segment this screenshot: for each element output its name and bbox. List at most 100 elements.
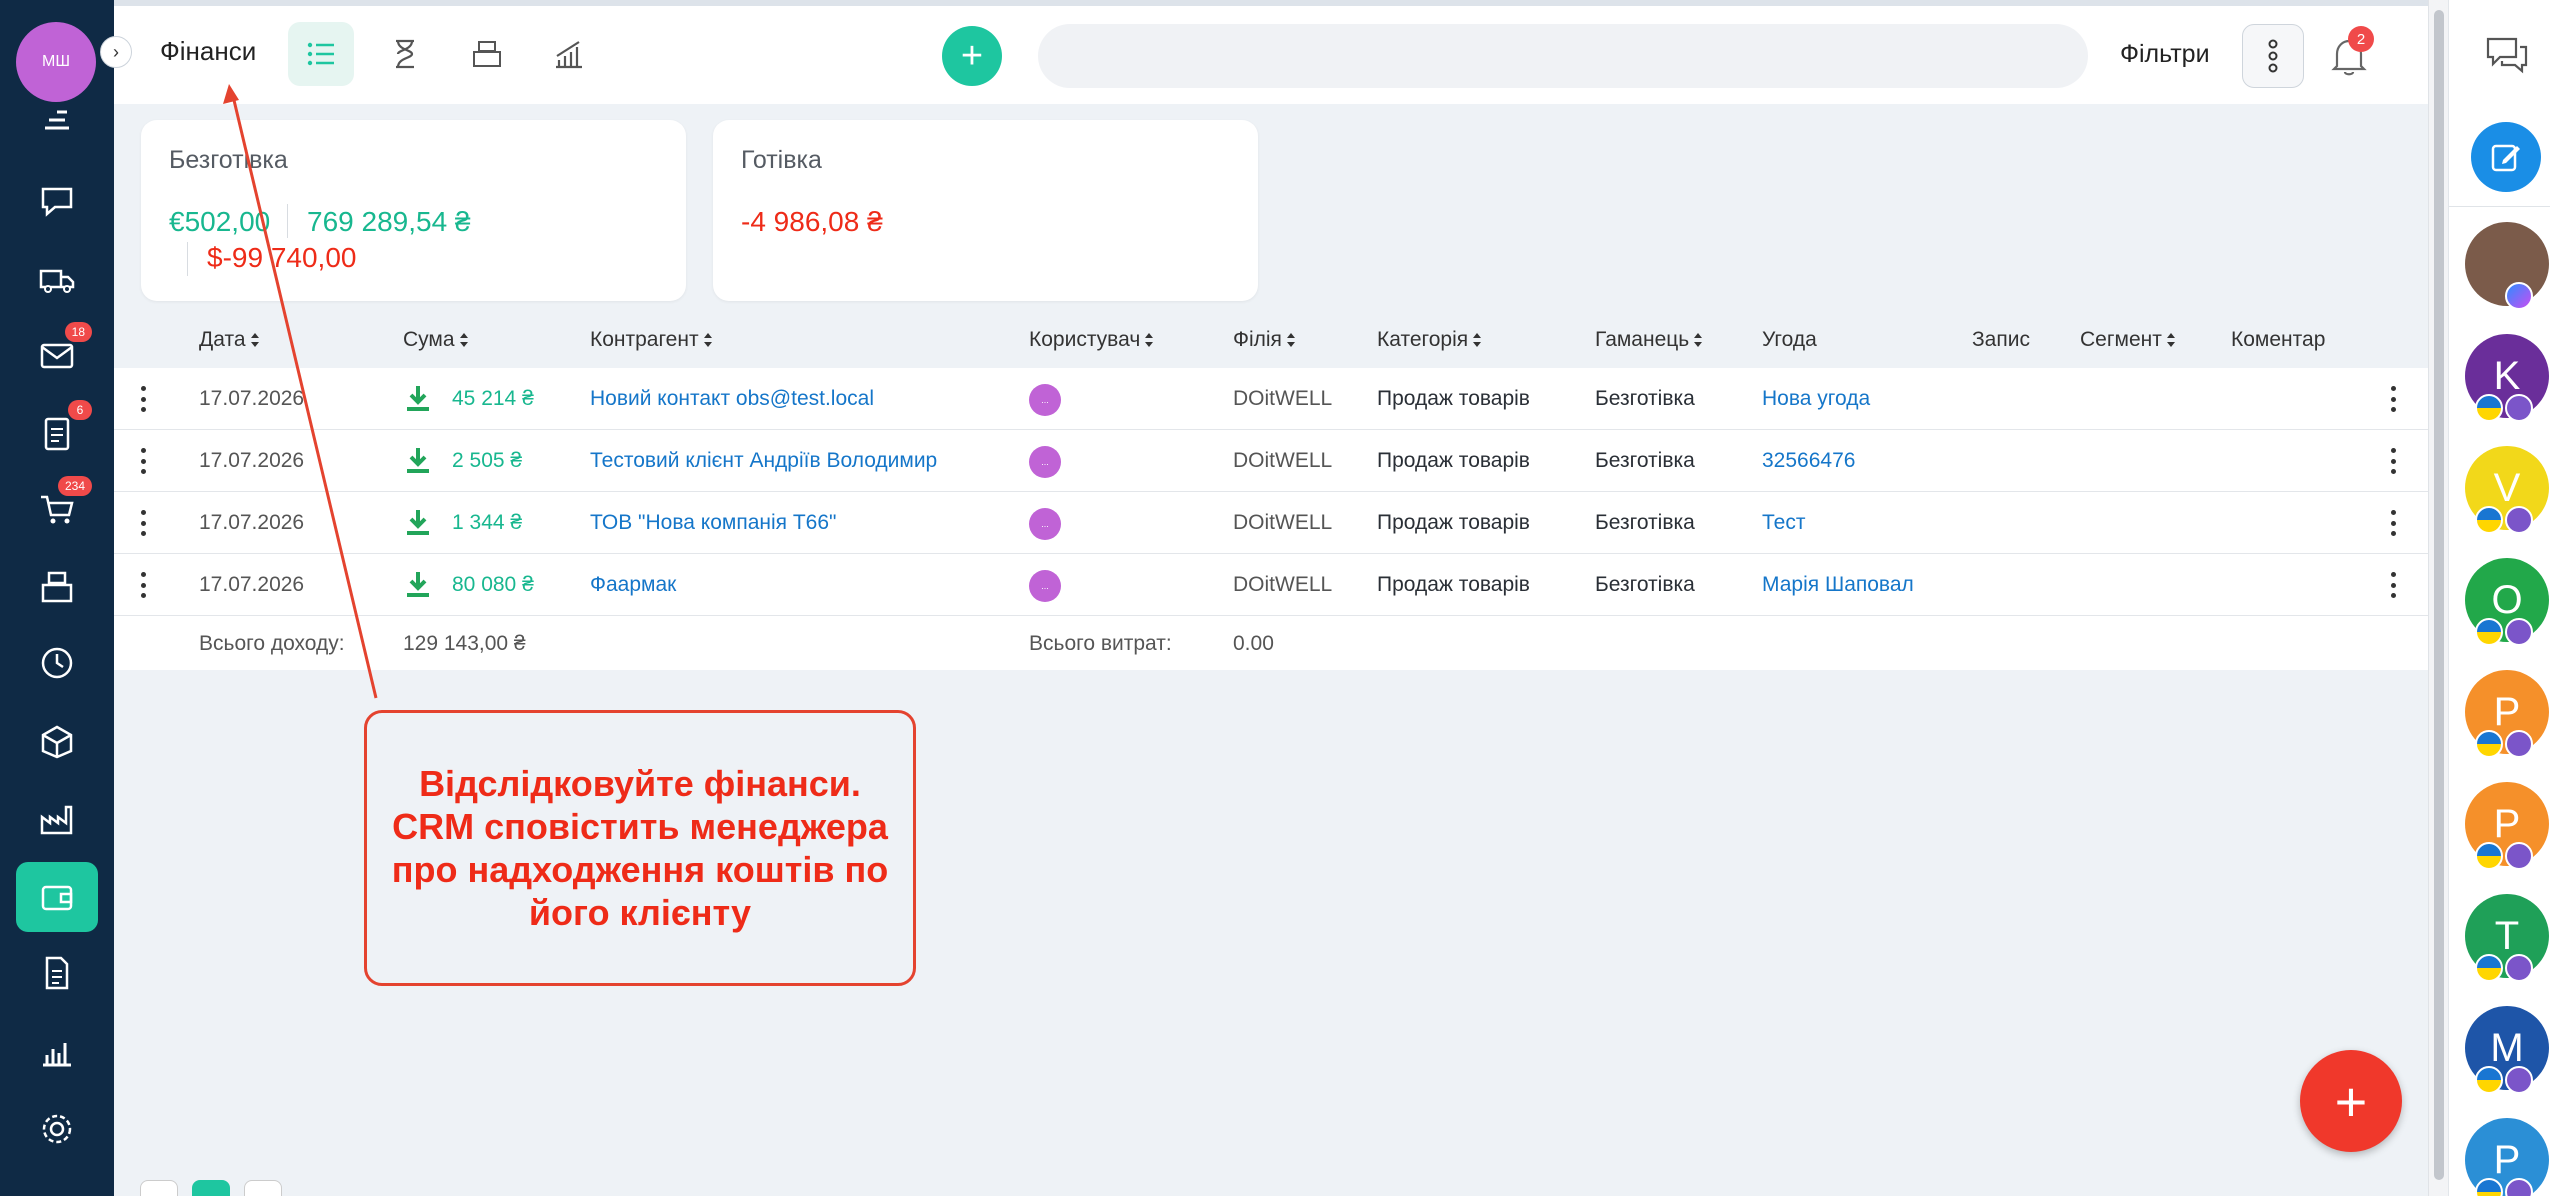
sidebar-item-orders[interactable]: 234 xyxy=(16,474,98,544)
page-1-button[interactable] xyxy=(192,1180,230,1196)
column-header[interactable]: Категорія xyxy=(1377,328,1482,352)
row-menu-button[interactable] xyxy=(135,382,151,416)
tab-cashier[interactable] xyxy=(454,22,520,86)
counterparty-link[interactable]: ТОВ "Нова компанія Т66" xyxy=(590,511,837,535)
ukraine-flag-icon xyxy=(2475,730,2503,758)
more-options-button[interactable] xyxy=(2242,24,2304,88)
chat-contact-avatar[interactable]: P xyxy=(2465,1118,2549,1196)
user-avatar[interactable]: ... xyxy=(1029,508,1061,540)
sort-icon xyxy=(250,333,259,348)
contact-initial: T xyxy=(2494,913,2520,958)
sidebar-item-finance[interactable] xyxy=(16,862,98,932)
sidebar-item-production[interactable] xyxy=(16,784,98,854)
column-header-label: Контрагент xyxy=(590,328,699,351)
ukraine-flag-icon xyxy=(2475,506,2503,534)
chat-contact-avatar[interactable]: P xyxy=(2465,670,2549,758)
cash-register-icon xyxy=(473,41,501,67)
counterparty-link[interactable]: Фаармак xyxy=(590,573,676,597)
expand-sidebar-button[interactable]: › xyxy=(100,36,132,68)
prev-page-button[interactable] xyxy=(140,1180,178,1196)
sidebar-item-reports[interactable] xyxy=(16,1016,98,1086)
filters-button[interactable]: Фільтри xyxy=(2120,40,2210,69)
column-header[interactable]: Користувач xyxy=(1029,328,1154,352)
chat-contact-avatar[interactable] xyxy=(2465,222,2549,310)
chat-contact-avatar[interactable]: K xyxy=(2465,334,2549,422)
table-row[interactable]: 17.07.2026 1 344 ₴ ТОВ "Нова компанія Т6… xyxy=(114,492,2428,554)
sidebar-item-settings[interactable] xyxy=(16,1094,98,1164)
chat-contact-avatar[interactable]: V xyxy=(2465,446,2549,534)
column-header-label: Гаманець xyxy=(1595,328,1690,351)
row-menu-button[interactable] xyxy=(135,568,151,602)
scrollbar-thumb[interactable] xyxy=(2434,10,2444,1180)
sidebar-item-tasks[interactable]: 6 xyxy=(16,398,98,468)
divider xyxy=(187,242,188,276)
viber-icon xyxy=(2505,954,2533,982)
row-menu-button[interactable] xyxy=(135,506,151,540)
table-row[interactable]: 17.07.2026 80 080 ₴ Фаармак ... DOitWELL… xyxy=(114,554,2428,616)
sort-icon xyxy=(1694,333,1703,348)
column-header[interactable]: Дата xyxy=(199,328,260,352)
column-header-label: Сегмент xyxy=(2080,328,2162,351)
tasks-badge: 6 xyxy=(68,400,92,420)
branch-cell: DOitWELL xyxy=(1233,449,1333,472)
column-header[interactable]: Філія xyxy=(1233,328,1296,352)
counterparty-link[interactable]: Новий контакт obs@test.local xyxy=(590,387,874,411)
tab-pending[interactable] xyxy=(372,22,438,86)
wallet-cell: Безготівка xyxy=(1595,449,1695,472)
table-row[interactable]: 17.07.2026 2 505 ₴ Тестовий клієнт Андрі… xyxy=(114,430,2428,492)
column-header[interactable]: Сегмент xyxy=(2080,328,2176,352)
user-avatar[interactable]: МШ xyxy=(16,22,96,102)
sidebar-item-documents[interactable] xyxy=(16,938,98,1008)
notifications-button[interactable]: 2 xyxy=(2322,26,2376,84)
user-avatar[interactable]: ... xyxy=(1029,570,1061,602)
deal-link[interactable]: Марія Шаповал xyxy=(1762,573,1914,597)
search-input[interactable] xyxy=(1038,24,2088,88)
mail-badge: 18 xyxy=(64,322,92,342)
chat-panel-button[interactable] xyxy=(2483,32,2531,80)
sidebar-item-warehouse[interactable] xyxy=(16,706,98,776)
table-row[interactable]: 17.07.2026 45 214 ₴ Новий контакт obs@te… xyxy=(114,368,2428,430)
income-download-icon xyxy=(407,510,429,535)
chat-contact-avatar[interactable]: T xyxy=(2465,894,2549,982)
deal-link[interactable]: Тест xyxy=(1762,511,1805,535)
chart-icon xyxy=(43,1043,71,1067)
amount-cell: 1 344 ₴ xyxy=(452,511,523,534)
orders-badge: 234 xyxy=(57,476,92,496)
column-header[interactable]: Гаманець xyxy=(1595,328,1703,352)
list-icon xyxy=(307,42,334,66)
deal-link[interactable]: 32566476 xyxy=(1762,449,1855,473)
compose-message-button[interactable] xyxy=(2471,122,2541,192)
transactions-table: Дата Сума Контрагент Користувач Філія Категор… xyxy=(114,312,2428,670)
sidebar-item-mail[interactable]: 18 xyxy=(16,320,98,390)
deal-link[interactable]: Нова угода xyxy=(1762,387,1870,411)
chat-contact-avatar[interactable]: P xyxy=(2465,782,2549,870)
add-transaction-button[interactable]: + xyxy=(942,26,1002,86)
sort-icon xyxy=(2166,333,2175,348)
sidebar-item-cashier[interactable] xyxy=(16,552,98,622)
sidebar-item-chats[interactable] xyxy=(16,166,98,236)
row-menu-button[interactable] xyxy=(135,444,151,478)
notifications-badge: 2 xyxy=(2348,26,2374,52)
user-avatar[interactable]: ... xyxy=(1029,384,1061,416)
scrollbar[interactable] xyxy=(2428,0,2448,1196)
sidebar-item-time[interactable] xyxy=(16,628,98,698)
chat-contact-avatar[interactable]: M xyxy=(2465,1006,2549,1094)
annotation-text: Відслідковуйте фінанси. CRM сповістить м… xyxy=(391,763,889,933)
next-page-button[interactable] xyxy=(244,1180,282,1196)
column-header: Угода xyxy=(1762,328,1817,352)
sidebar-item-delivery[interactable] xyxy=(16,244,98,314)
sidebar-item-pipeline[interactable] xyxy=(16,96,98,144)
row-actions-button[interactable] xyxy=(2385,568,2401,602)
tab-list-view[interactable] xyxy=(288,22,354,86)
counterparty-link[interactable]: Тестовий клієнт Андріїв Володимир xyxy=(590,449,937,473)
row-actions-button[interactable] xyxy=(2385,506,2401,540)
viber-icon xyxy=(2505,1066,2533,1094)
tab-analytics[interactable] xyxy=(536,22,602,86)
user-avatar[interactable]: ... xyxy=(1029,446,1061,478)
chat-contact-avatar[interactable]: O xyxy=(2465,558,2549,646)
row-actions-button[interactable] xyxy=(2385,382,2401,416)
column-header[interactable]: Сума xyxy=(403,328,469,352)
floating-add-button[interactable]: + xyxy=(2300,1050,2402,1152)
row-actions-button[interactable] xyxy=(2385,444,2401,478)
column-header[interactable]: Контрагент xyxy=(590,328,713,352)
